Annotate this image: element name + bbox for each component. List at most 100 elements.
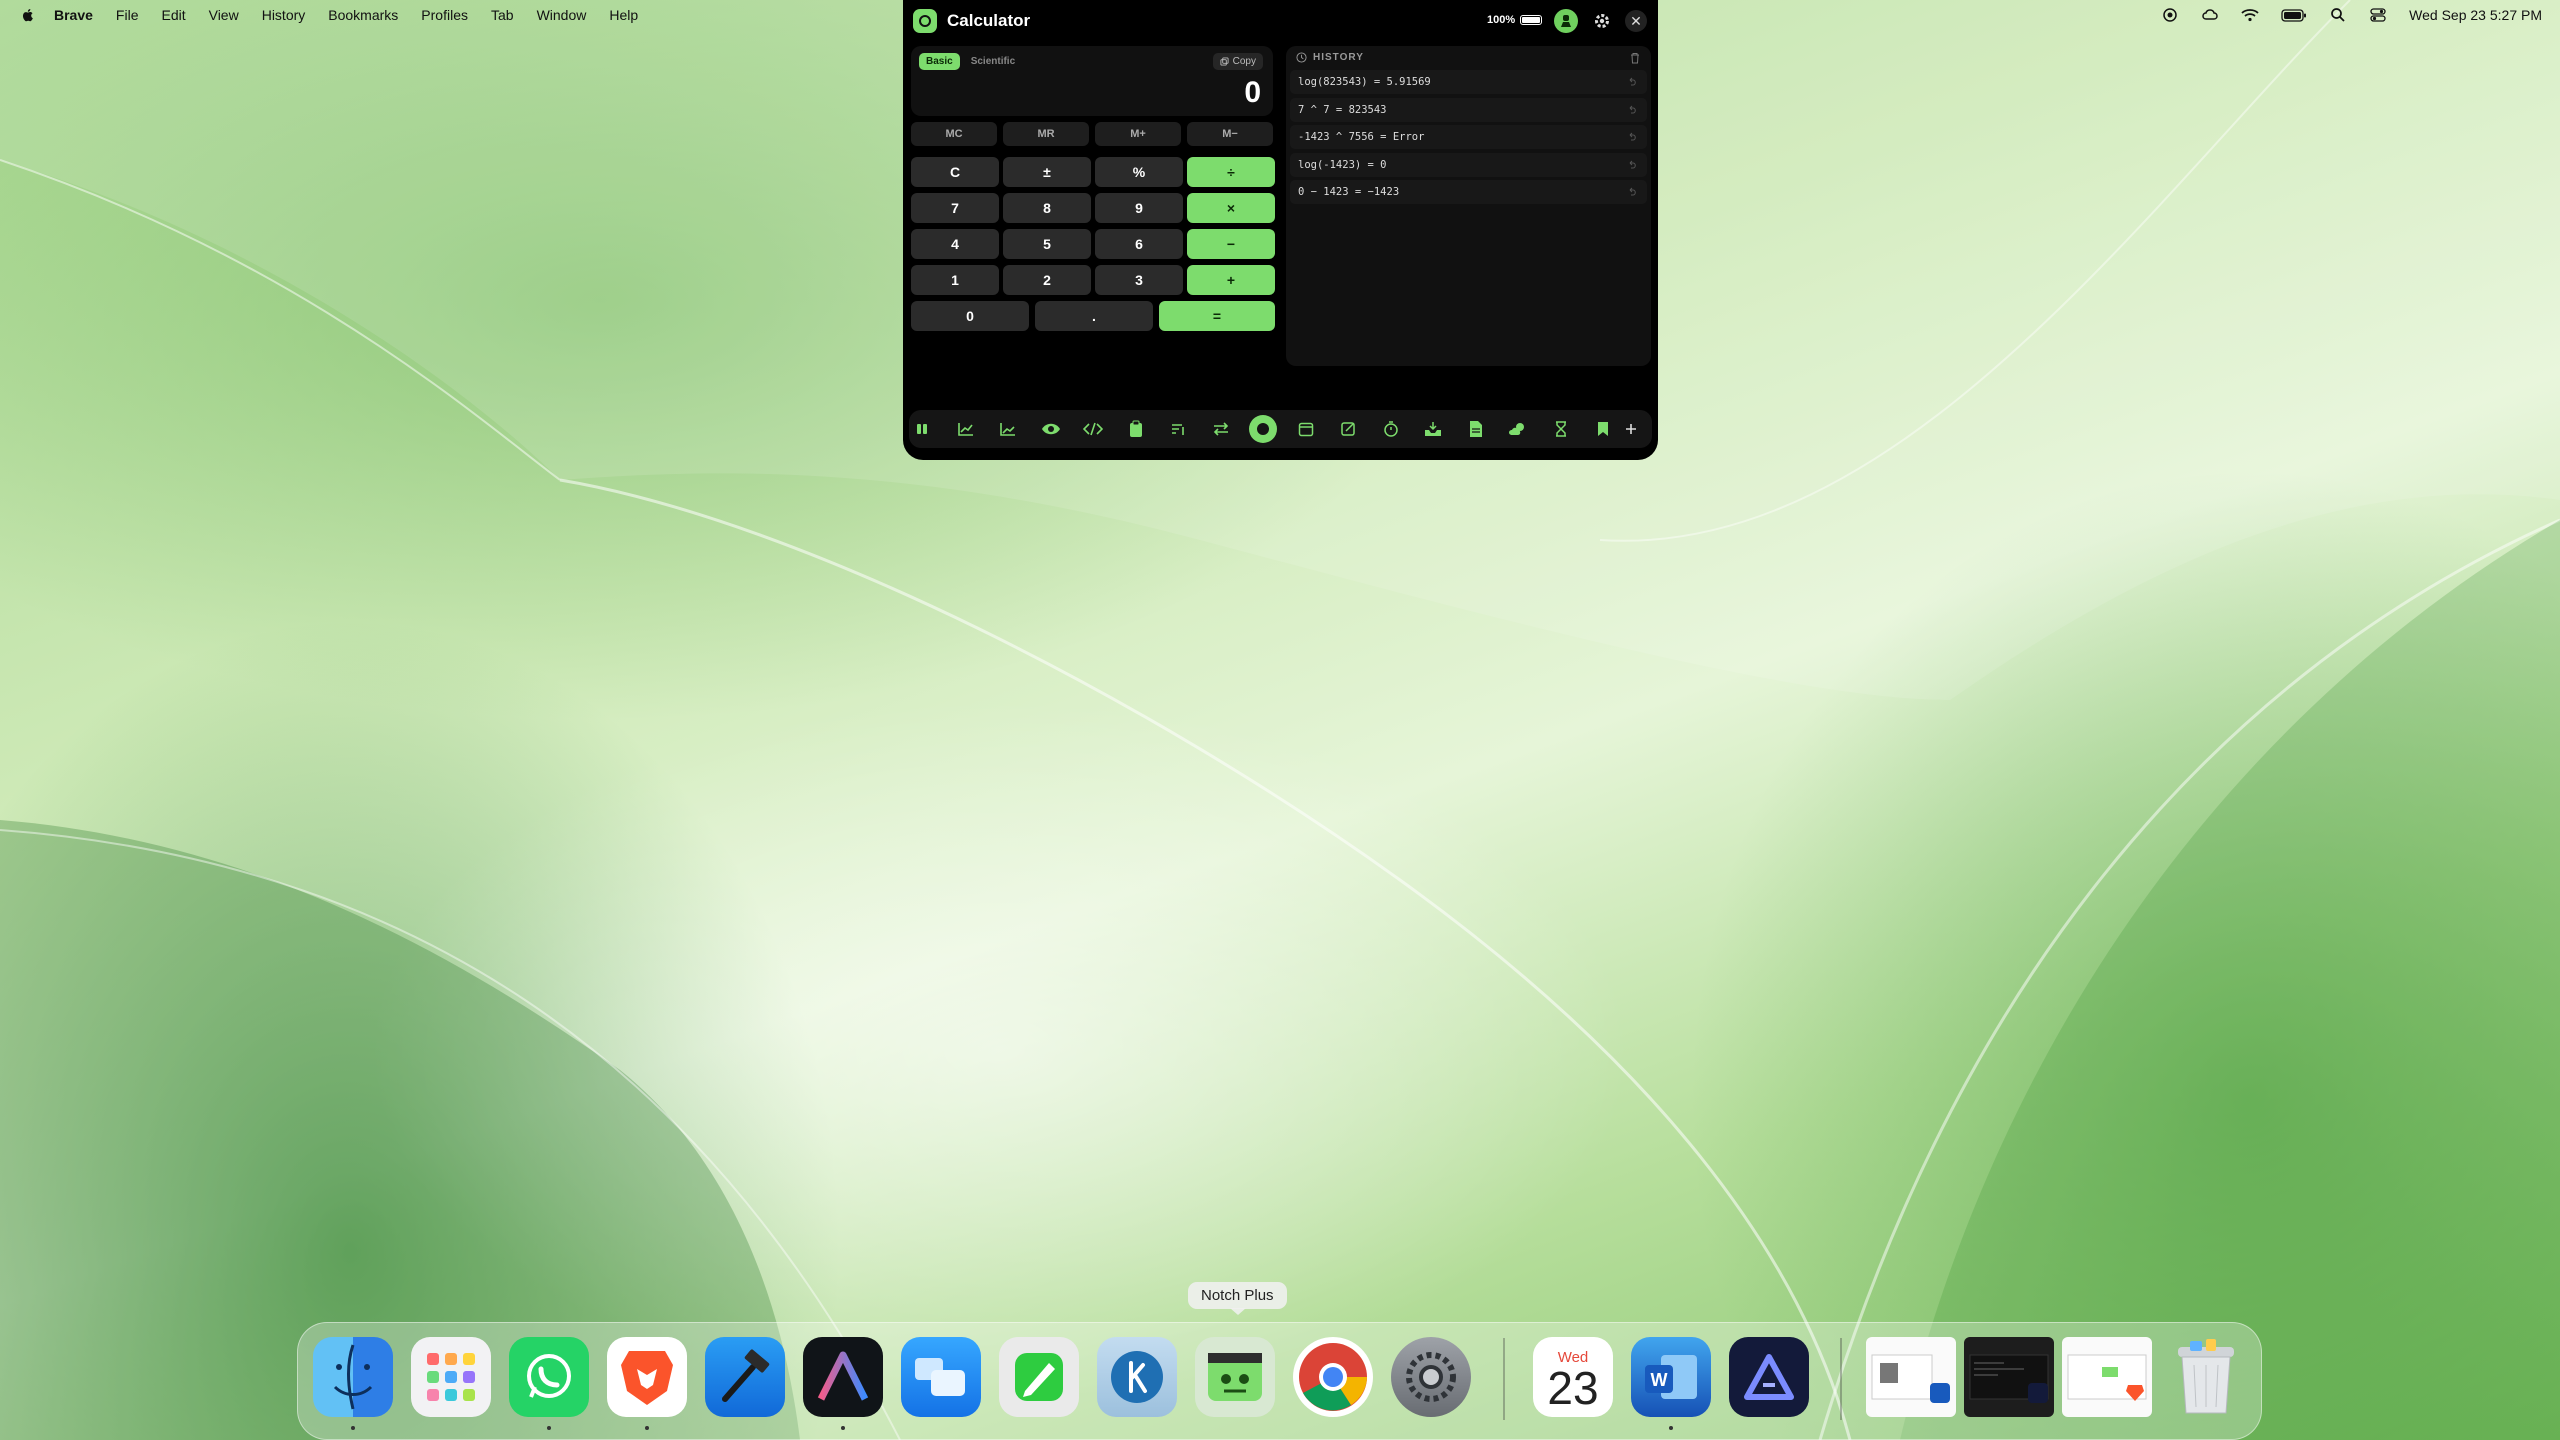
spotlight-icon[interactable] [2329,6,2347,24]
key-5[interactable]: 5 [1003,229,1091,259]
trend-icon[interactable] [996,417,1020,441]
notch-plus-icon[interactable] [1195,1337,1275,1417]
history-item[interactable]: 0 − 1423 = −1423 [1290,180,1647,204]
word-icon[interactable]: W [1631,1337,1711,1417]
eye-icon[interactable] [1039,417,1063,441]
klack-icon[interactable] [1097,1337,1177,1417]
menu-bookmarks[interactable]: Bookmarks [328,7,398,23]
clipboard-icon[interactable] [1124,417,1148,441]
menu-window[interactable]: Window [537,7,587,23]
history-item[interactable]: 7 ^ 7 = 823543 [1290,98,1647,122]
timer-icon[interactable] [1379,417,1403,441]
key-mr[interactable]: MR [1003,122,1089,146]
tab-basic[interactable]: Basic [919,53,960,70]
control-center-icon[interactable] [2369,6,2387,24]
calculator-logo-icon [913,9,937,33]
key-1[interactable]: 1 [911,265,999,295]
tab-scientific[interactable]: Scientific [964,53,1022,70]
convert-icon[interactable] [1209,417,1233,441]
menu-tab[interactable]: Tab [491,7,514,23]
brave-icon[interactable] [607,1337,687,1417]
trash-icon[interactable] [1629,52,1641,64]
undo-icon[interactable] [1627,159,1639,171]
key-subtract[interactable]: − [1187,229,1275,259]
calendar-app-icon[interactable]: Wed 23 [1533,1337,1613,1417]
key-8[interactable]: 8 [1003,193,1091,223]
undo-icon[interactable] [1627,76,1639,88]
wifi-icon[interactable] [2241,6,2259,24]
copy-button[interactable]: Copy [1212,53,1263,70]
key-m-minus[interactable]: M− [1187,122,1273,146]
key-sign[interactable]: ± [1003,157,1091,187]
key-percent[interactable]: % [1095,157,1183,187]
sidebar-icon[interactable] [911,417,935,441]
calendar-icon[interactable] [1294,417,1318,441]
key-multiply[interactable]: × [1187,193,1275,223]
notes-app-icon[interactable] [999,1337,1079,1417]
menu-help[interactable]: Help [609,7,638,23]
notes-icon[interactable] [1336,417,1360,441]
menu-file[interactable]: File [116,7,139,23]
undo-icon[interactable] [1627,131,1639,143]
menu-profiles[interactable]: Profiles [421,7,468,23]
key-6[interactable]: 6 [1095,229,1183,259]
history-item-text: log(-1423) = 0 [1298,159,1387,171]
key-mc[interactable]: MC [911,122,997,146]
minimized-window-thumbnail-brave[interactable] [2062,1337,2152,1417]
chrome-icon[interactable] [1293,1337,1373,1417]
menu-history[interactable]: History [262,7,306,23]
finder-icon[interactable] [313,1337,393,1417]
key-decimal[interactable]: . [1035,301,1153,331]
hourglass-icon[interactable] [1549,417,1573,441]
key-9[interactable]: 9 [1095,193,1183,223]
key-2[interactable]: 2 [1003,265,1091,295]
key-equals[interactable]: = [1159,301,1275,331]
history-item[interactable]: -1423 ^ 7556 = Error [1290,125,1647,149]
key-clear[interactable]: C [911,157,999,187]
undo-icon[interactable] [1627,186,1639,198]
menu-edit[interactable]: Edit [161,7,185,23]
trash-bin-icon[interactable] [2166,1337,2246,1417]
launchpad-icon[interactable] [411,1337,491,1417]
close-icon[interactable]: ✕ [1625,10,1647,32]
menu-view[interactable]: View [209,7,239,23]
xcode-icon[interactable] [705,1337,785,1417]
whatsapp-icon[interactable] [509,1337,589,1417]
history-item[interactable]: log(823543) = 5.91569 [1290,70,1647,94]
history-item[interactable]: log(-1423) = 0 [1290,153,1647,177]
undo-icon[interactable] [1627,104,1639,116]
add-icon[interactable] [1619,417,1643,441]
bookmark-icon[interactable] [1591,417,1615,441]
battery-percent: 100% [1487,14,1516,26]
key-m-plus[interactable]: M+ [1095,122,1181,146]
calculator-icon[interactable] [1249,415,1277,443]
copy-icon [1220,57,1229,66]
creative-cloud-icon[interactable] [2201,6,2219,24]
chart-icon[interactable] [954,417,978,441]
gear-icon[interactable] [1591,10,1613,32]
tray-icon[interactable] [1421,417,1445,441]
menu-clock[interactable]: Wed Sep 23 5:27 PM [2409,7,2542,23]
key-3[interactable]: 3 [1095,265,1183,295]
system-settings-icon[interactable] [1391,1337,1471,1417]
dock-separator [1503,1338,1505,1420]
avatar-icon[interactable] [1554,9,1578,33]
key-4[interactable]: 4 [911,229,999,259]
sort-icon[interactable] [1166,417,1190,441]
screens-icon[interactable] [901,1337,981,1417]
arc-icon[interactable] [803,1337,883,1417]
menu-app-name[interactable]: Brave [54,7,93,23]
battery-icon[interactable] [2281,6,2307,24]
weather-icon[interactable] [1506,417,1530,441]
document-icon[interactable] [1464,417,1488,441]
apple-icon[interactable] [20,7,36,23]
key-0[interactable]: 0 [911,301,1029,331]
affinity-icon[interactable] [1729,1337,1809,1417]
key-divide[interactable]: ÷ [1187,157,1275,187]
minimized-window-thumbnail-code[interactable] [1964,1337,2054,1417]
notch-icon[interactable] [2161,6,2179,24]
minimized-window-thumbnail-word[interactable] [1866,1337,1956,1417]
code-icon[interactable] [1081,417,1105,441]
key-add[interactable]: + [1187,265,1275,295]
key-7[interactable]: 7 [911,193,999,223]
